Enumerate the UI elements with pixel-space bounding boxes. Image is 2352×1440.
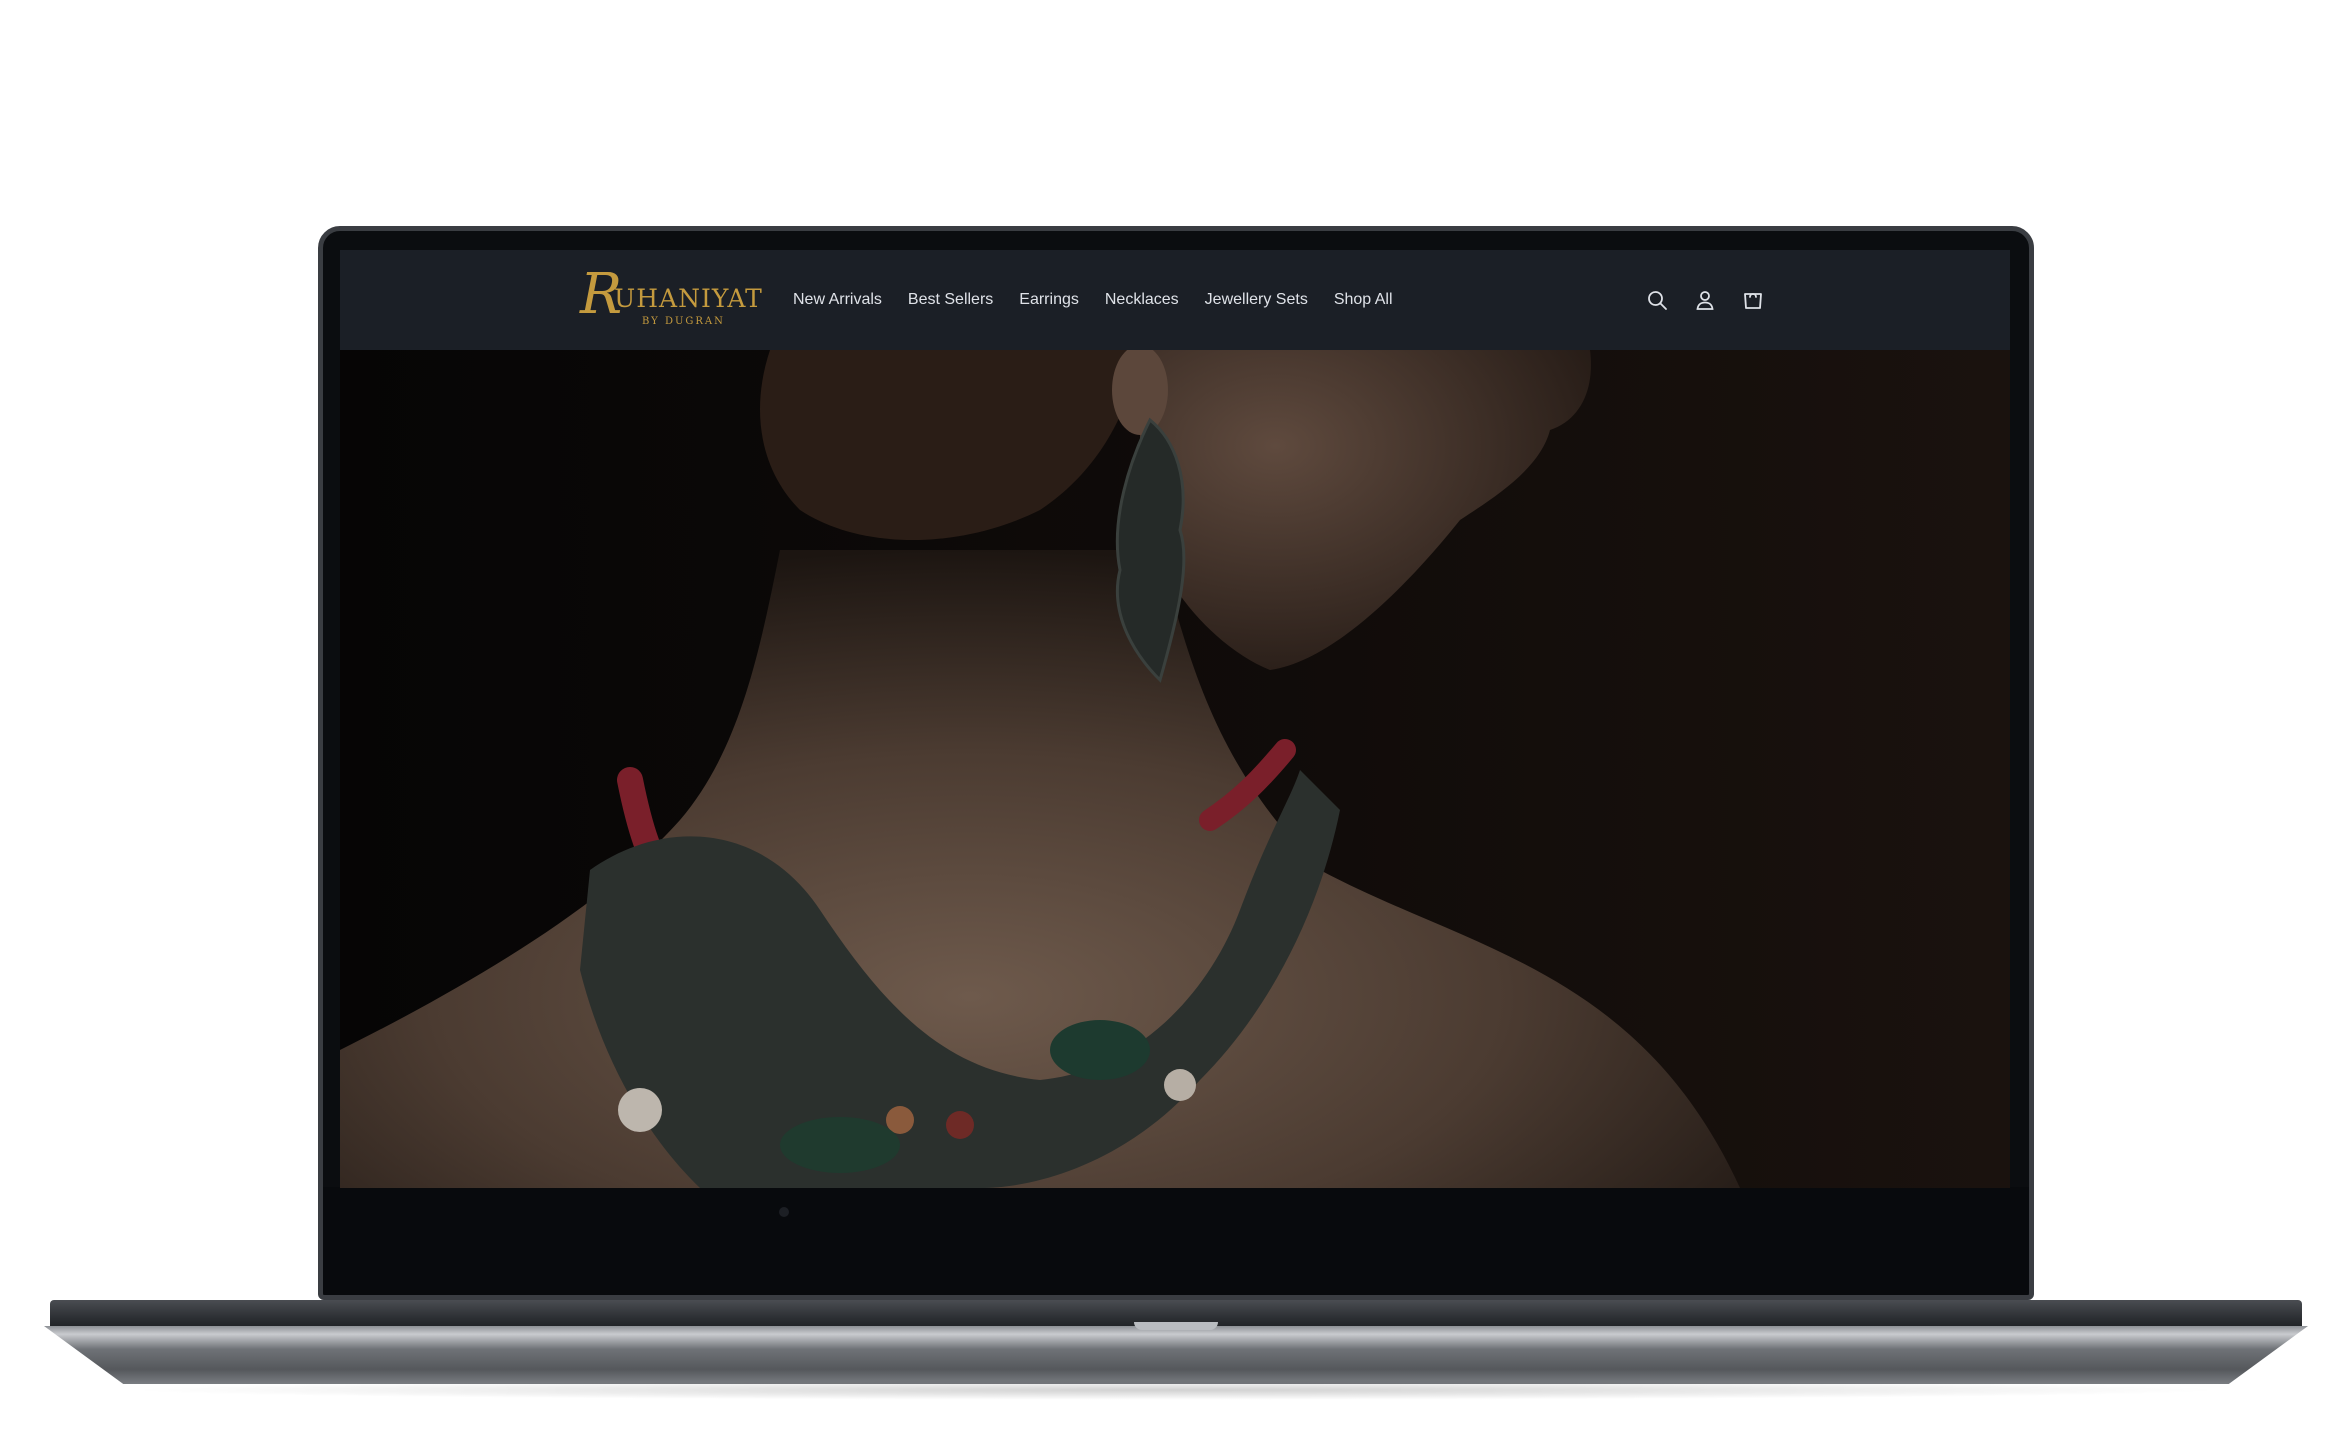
header-icons [1645, 250, 1765, 350]
necklace-emerald [780, 1117, 900, 1173]
laptop-base-lip [44, 1326, 2308, 1384]
bezel-dot [779, 1207, 789, 1217]
laptop-shadow [120, 1380, 2232, 1400]
cart-icon[interactable] [1741, 288, 1765, 312]
necklace-pearl [1164, 1069, 1196, 1101]
nav-item-new-arrivals[interactable]: New Arrivals [793, 291, 882, 309]
necklace-emerald [1050, 1020, 1150, 1080]
hero-illustration [340, 350, 2010, 1188]
main-nav: New Arrivals Best Sellers Earrings Neckl… [793, 250, 1393, 350]
brand-logo[interactable]: RUHANIYAT BY DUGRAN [580, 262, 762, 338]
laptop-screen: RUHANIYAT BY DUGRAN New Arrivals Best Se… [340, 250, 2010, 1188]
nav-item-earrings[interactable]: Earrings [1019, 291, 1079, 309]
nav-item-shop-all[interactable]: Shop All [1334, 291, 1393, 309]
laptop-bezel-bottom [323, 1187, 2029, 1295]
nav-item-best-sellers[interactable]: Best Sellers [908, 291, 993, 309]
nav-item-jewellery-sets[interactable]: Jewellery Sets [1205, 291, 1308, 309]
site-header: RUHANIYAT BY DUGRAN New Arrivals Best Se… [340, 250, 2010, 350]
nav-item-necklaces[interactable]: Necklaces [1105, 291, 1179, 309]
account-icon[interactable] [1693, 288, 1717, 312]
logo-subtitle: BY DUGRAN [642, 316, 725, 327]
logo-name: UHANIYAT [614, 284, 763, 313]
mockup-stage: RUHANIYAT BY DUGRAN New Arrivals Best Se… [0, 0, 2352, 1440]
laptop-notch [1134, 1322, 1218, 1330]
necklace-stone [946, 1111, 974, 1139]
necklace-pearl [618, 1088, 662, 1132]
hero-image [340, 350, 2010, 1188]
search-icon[interactable] [1645, 288, 1669, 312]
